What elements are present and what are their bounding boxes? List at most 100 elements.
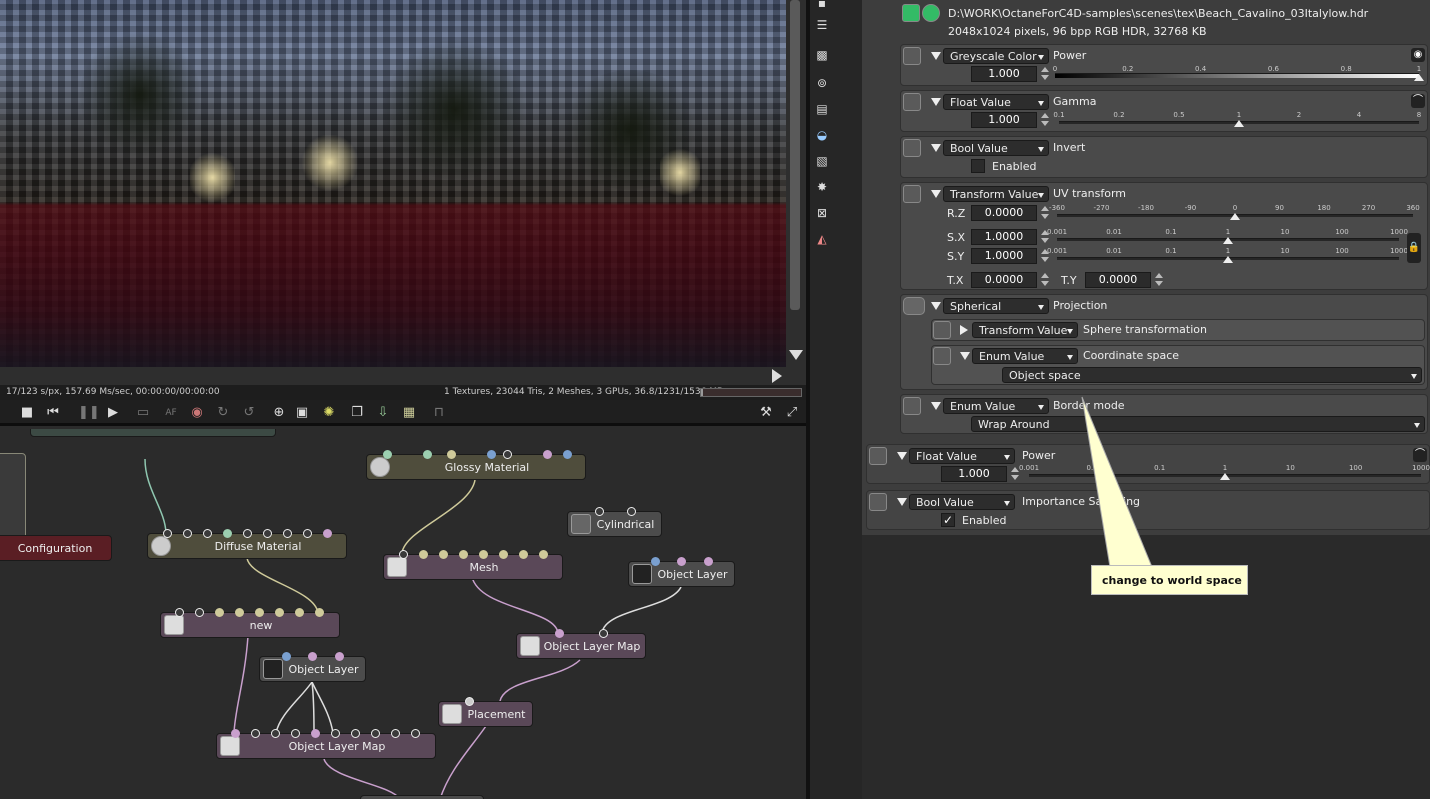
refresh-icon[interactable]: ↻	[214, 404, 232, 422]
node-pin[interactable]	[263, 529, 272, 538]
screen-icon[interactable]: ▭	[134, 404, 152, 422]
node-pin[interactable]	[651, 557, 660, 566]
list-icon[interactable]: ☰	[815, 18, 829, 32]
af-icon[interactable]: AF	[162, 404, 180, 422]
ty-spinner[interactable]	[1155, 273, 1163, 287]
node-pin[interactable]	[331, 729, 340, 738]
node-pin[interactable]	[555, 629, 564, 638]
node-mesh[interactable]: Mesh	[383, 550, 563, 580]
copy-icon[interactable]: ❐	[348, 404, 366, 422]
node-pin[interactable]	[465, 697, 474, 706]
node-pin[interactable]	[243, 529, 252, 538]
expand-icon[interactable]	[931, 52, 941, 60]
node-pin[interactable]	[195, 608, 204, 617]
node-top-partial[interactable]	[30, 429, 276, 437]
node-pin[interactable]	[303, 529, 312, 538]
camera-icon[interactable]: ⊚	[815, 76, 829, 90]
expand-icon[interactable]	[931, 190, 941, 198]
node-configuration[interactable]: Configuration	[0, 535, 112, 561]
gamma-spinner[interactable]	[1041, 113, 1049, 127]
power-spinner[interactable]	[1041, 67, 1049, 81]
node-pin[interactable]	[399, 550, 408, 559]
node-pin[interactable]	[371, 729, 380, 738]
node-pin[interactable]	[255, 608, 264, 617]
reload-icon[interactable]	[922, 4, 940, 22]
expand-icon[interactable]	[897, 452, 907, 460]
coord-type-dropdown[interactable]: Enum Value	[972, 348, 1078, 364]
node-pin[interactable]	[282, 652, 291, 661]
node-pin[interactable]	[599, 629, 608, 638]
color-icon[interactable]: ◉	[188, 404, 206, 422]
node-pin[interactable]	[704, 557, 713, 566]
node-pin[interactable]	[291, 729, 300, 738]
node-pin[interactable]	[677, 557, 686, 566]
node-pin[interactable]	[251, 729, 260, 738]
pause-icon[interactable]: ❚❚	[78, 404, 100, 422]
fullscreen-icon[interactable]: ⤢	[783, 404, 801, 422]
rz-input[interactable]: 0.0000	[971, 205, 1037, 221]
border-type-dropdown[interactable]: Enum Value	[943, 398, 1049, 414]
gamma-value-input[interactable]: 1.000	[971, 112, 1037, 128]
node-pin[interactable]	[539, 550, 548, 559]
expand-icon[interactable]	[960, 352, 970, 360]
sy-input[interactable]: 1.0000	[971, 248, 1037, 264]
page-icon[interactable]: ▪	[815, 0, 829, 10]
expand-icon[interactable]	[931, 302, 941, 310]
sun-icon[interactable]: ✸	[815, 180, 829, 194]
node-pin[interactable]	[335, 652, 344, 661]
export-icon[interactable]: ⇩	[374, 404, 392, 422]
node-pin[interactable]	[383, 450, 392, 459]
node-placement[interactable]: Placement	[438, 697, 533, 727]
node-pin[interactable]	[308, 652, 317, 661]
region-icon[interactable]: ⊕	[270, 404, 288, 422]
node-pin[interactable]	[183, 529, 192, 538]
node-editor[interactable]: Configuration Glossy Material Cylindrica…	[0, 429, 806, 799]
uv-type-dropdown[interactable]: Transform Value	[943, 186, 1049, 202]
material-icon[interactable]: ◭	[815, 232, 829, 246]
render-viewport[interactable]	[0, 0, 786, 367]
node-pin[interactable]	[479, 550, 488, 559]
node-pin[interactable]	[283, 529, 292, 538]
power-value-input[interactable]: 1.000	[971, 66, 1037, 82]
reset-icon[interactable]: ↺	[240, 404, 258, 422]
node-pin[interactable]	[487, 450, 496, 459]
node-pin[interactable]	[439, 550, 448, 559]
node-pin[interactable]	[235, 608, 244, 617]
node-pin[interactable]	[595, 507, 604, 516]
node-pin[interactable]	[163, 529, 172, 538]
gamma-type-dropdown[interactable]: Float Value	[943, 94, 1049, 110]
power2-type-dropdown[interactable]: Float Value	[909, 448, 1015, 464]
picture-icon[interactable]: ▧	[815, 154, 829, 168]
projection-type-dropdown[interactable]: Spherical	[943, 298, 1049, 314]
power-slider[interactable]: 0 0.2 0.4 0.6 0.8 1	[1053, 65, 1424, 81]
node-pin[interactable]	[423, 450, 432, 459]
importance-checkbox[interactable]: ✓	[941, 513, 955, 527]
node-object-layer-map-left[interactable]: Object Layer Map	[216, 729, 436, 759]
node-pin[interactable]	[503, 450, 512, 459]
eye-icon[interactable]: ◉	[1411, 48, 1425, 62]
sy-slider[interactable]: 0.001 0.01 0.1 1 10 100 1000	[1047, 247, 1408, 263]
node-pin[interactable]	[175, 608, 184, 617]
scrollbar-thumb[interactable]	[790, 0, 800, 310]
enum-icon[interactable]: ▤	[815, 102, 829, 116]
select-icon[interactable]: ▣	[293, 404, 311, 422]
node-pin[interactable]	[459, 550, 468, 559]
node-pin[interactable]	[411, 729, 420, 738]
node-pin[interactable]	[271, 729, 280, 738]
viewport-horizontal-scrollbar[interactable]	[0, 367, 806, 385]
viewport-vertical-scrollbar[interactable]	[786, 0, 806, 367]
node-object-layer-left[interactable]: Object Layer	[259, 652, 366, 682]
image-load-icon[interactable]	[902, 4, 920, 22]
expand-icon[interactable]	[897, 498, 907, 506]
power-type-dropdown[interactable]: Greyscale Color	[943, 48, 1049, 64]
node-pin[interactable]	[323, 529, 332, 538]
power2-spinner[interactable]	[1011, 467, 1019, 481]
sx-input[interactable]: 1.0000	[971, 229, 1037, 245]
node-pin[interactable]	[419, 550, 428, 559]
ty-input[interactable]: 0.0000	[1085, 272, 1151, 288]
node-pin[interactable]	[223, 529, 232, 538]
collapse-icon[interactable]	[960, 325, 968, 335]
node-cylindrical[interactable]: Cylindrical	[567, 507, 662, 537]
scroll-down-icon[interactable]	[789, 350, 803, 360]
node-pin[interactable]	[563, 450, 572, 459]
